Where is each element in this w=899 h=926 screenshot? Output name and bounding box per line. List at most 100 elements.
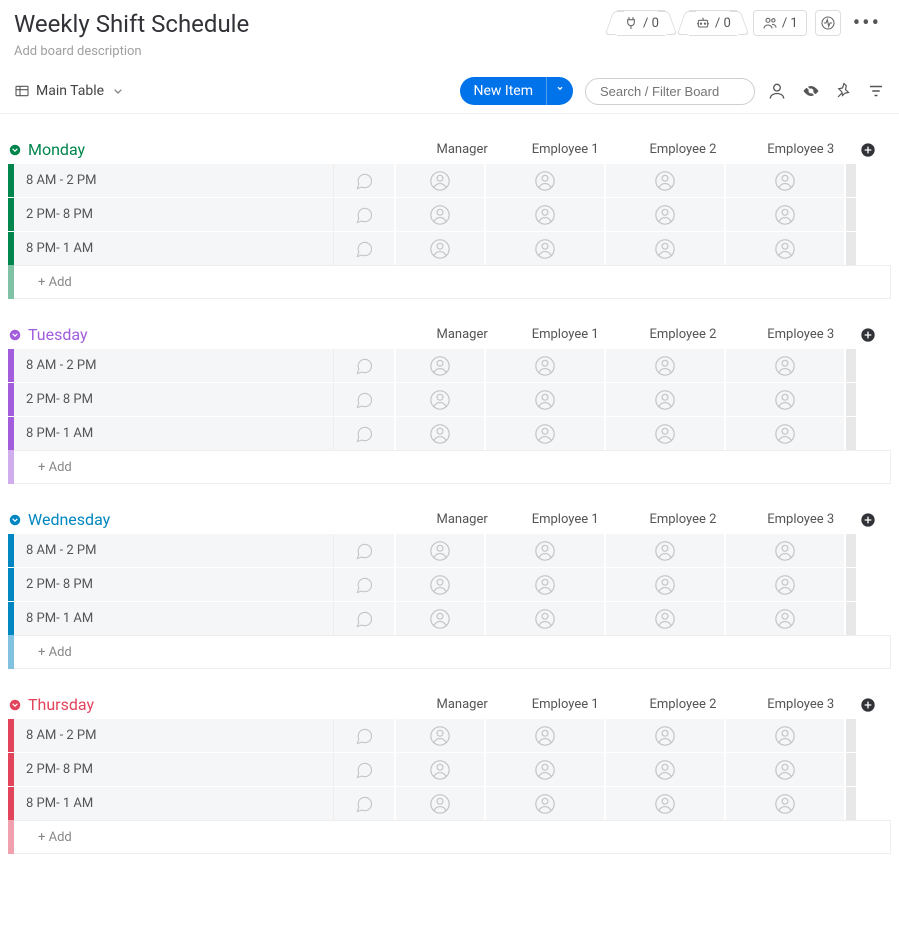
new-item-dropdown[interactable] <box>546 77 573 105</box>
row-name[interactable]: 2 PM- 8 PM <box>14 383 334 416</box>
person-cell[interactable] <box>604 164 724 197</box>
column-header[interactable]: Manager <box>418 142 506 157</box>
comment-button[interactable] <box>334 198 394 231</box>
group-title[interactable]: Thursday <box>28 695 418 714</box>
automations-pill[interactable]: / 0 <box>689 10 737 36</box>
comment-button[interactable] <box>334 719 394 752</box>
add-row[interactable]: + Add <box>8 265 891 299</box>
person-cell[interactable] <box>604 383 724 416</box>
person-cell[interactable] <box>724 787 844 820</box>
column-header[interactable]: Employee 3 <box>742 142 860 157</box>
comment-button[interactable] <box>334 417 394 450</box>
add-column-button[interactable] <box>860 142 891 158</box>
add-row[interactable]: + Add <box>8 450 891 484</box>
comment-button[interactable] <box>334 787 394 820</box>
row-name[interactable]: 2 PM- 8 PM <box>14 198 334 231</box>
column-header[interactable]: Employee 1 <box>506 512 624 527</box>
person-cell[interactable] <box>604 417 724 450</box>
table-row[interactable]: 8 PM- 1 AM <box>8 416 891 450</box>
column-header[interactable]: Employee 3 <box>742 512 860 527</box>
person-cell[interactable] <box>484 349 604 382</box>
column-header[interactable]: Employee 3 <box>742 327 860 342</box>
person-cell[interactable] <box>394 417 484 450</box>
add-row[interactable]: + Add <box>8 635 891 669</box>
person-cell[interactable] <box>394 602 484 635</box>
comment-button[interactable] <box>334 164 394 197</box>
plugs-pill[interactable]: / 0 <box>617 10 665 36</box>
column-header[interactable]: Employee 1 <box>506 142 624 157</box>
person-cell[interactable] <box>484 568 604 601</box>
comment-button[interactable] <box>334 232 394 265</box>
comment-button[interactable] <box>334 602 394 635</box>
person-cell[interactable] <box>394 232 484 265</box>
filter-icon[interactable] <box>867 82 885 100</box>
row-name[interactable]: 8 AM - 2 PM <box>14 349 334 382</box>
table-row[interactable]: 2 PM- 8 PM <box>8 752 891 786</box>
person-cell[interactable] <box>724 198 844 231</box>
row-name[interactable]: 8 PM- 1 AM <box>14 417 334 450</box>
person-cell[interactable] <box>724 349 844 382</box>
table-row[interactable]: 8 PM- 1 AM <box>8 786 891 820</box>
person-cell[interactable] <box>484 417 604 450</box>
row-name[interactable]: 8 PM- 1 AM <box>14 602 334 635</box>
person-cell[interactable] <box>724 417 844 450</box>
person-cell[interactable] <box>484 787 604 820</box>
person-cell[interactable] <box>604 568 724 601</box>
comment-button[interactable] <box>334 383 394 416</box>
person-cell[interactable] <box>394 719 484 752</box>
more-menu[interactable]: ••• <box>849 11 885 36</box>
person-cell[interactable] <box>604 719 724 752</box>
group-title[interactable]: Wednesday <box>28 510 418 529</box>
table-row[interactable]: 2 PM- 8 PM <box>8 567 891 601</box>
table-row[interactable]: 8 AM - 2 PM <box>8 533 891 567</box>
person-cell[interactable] <box>604 753 724 786</box>
person-cell[interactable] <box>604 232 724 265</box>
comment-button[interactable] <box>334 568 394 601</box>
collapse-icon[interactable] <box>8 143 22 157</box>
table-row[interactable]: 2 PM- 8 PM <box>8 197 891 231</box>
person-cell[interactable] <box>724 232 844 265</box>
column-header[interactable]: Employee 1 <box>506 697 624 712</box>
row-name[interactable]: 8 AM - 2 PM <box>14 534 334 567</box>
collapse-icon[interactable] <box>8 513 22 527</box>
column-header[interactable]: Employee 3 <box>742 697 860 712</box>
column-header[interactable]: Employee 2 <box>624 327 742 342</box>
table-row[interactable]: 8 AM - 2 PM <box>8 348 891 382</box>
table-row[interactable]: 8 PM- 1 AM <box>8 231 891 265</box>
person-cell[interactable] <box>394 383 484 416</box>
table-row[interactable]: 8 AM - 2 PM <box>8 718 891 752</box>
person-cell[interactable] <box>484 164 604 197</box>
row-name[interactable]: 2 PM- 8 PM <box>14 568 334 601</box>
person-cell[interactable] <box>604 787 724 820</box>
table-row[interactable]: 8 AM - 2 PM <box>8 163 891 197</box>
column-header[interactable]: Manager <box>418 697 506 712</box>
board-description[interactable]: Add board description <box>14 44 249 59</box>
person-filter-icon[interactable] <box>767 81 787 101</box>
add-column-button[interactable] <box>860 512 891 528</box>
person-cell[interactable] <box>604 602 724 635</box>
person-cell[interactable] <box>394 534 484 567</box>
column-header[interactable]: Employee 2 <box>624 142 742 157</box>
row-name[interactable]: 8 AM - 2 PM <box>14 164 334 197</box>
person-cell[interactable] <box>724 568 844 601</box>
comment-button[interactable] <box>334 753 394 786</box>
person-cell[interactable] <box>484 602 604 635</box>
column-header[interactable]: Manager <box>418 512 506 527</box>
group-title[interactable]: Monday <box>28 140 418 159</box>
row-name[interactable]: 8 PM- 1 AM <box>14 232 334 265</box>
collapse-icon[interactable] <box>8 328 22 342</box>
person-cell[interactable] <box>394 164 484 197</box>
table-row[interactable]: 8 PM- 1 AM <box>8 601 891 635</box>
person-cell[interactable] <box>724 164 844 197</box>
view-tab-main[interactable]: Main Table <box>14 83 126 99</box>
row-name[interactable]: 8 AM - 2 PM <box>14 719 334 752</box>
person-cell[interactable] <box>724 719 844 752</box>
members-pill[interactable]: / 1 <box>753 10 807 36</box>
person-cell[interactable] <box>484 198 604 231</box>
person-cell[interactable] <box>604 349 724 382</box>
person-cell[interactable] <box>394 753 484 786</box>
column-header[interactable]: Manager <box>418 327 506 342</box>
eye-off-icon[interactable] <box>801 81 821 101</box>
search-input[interactable] <box>585 78 755 105</box>
person-cell[interactable] <box>484 383 604 416</box>
